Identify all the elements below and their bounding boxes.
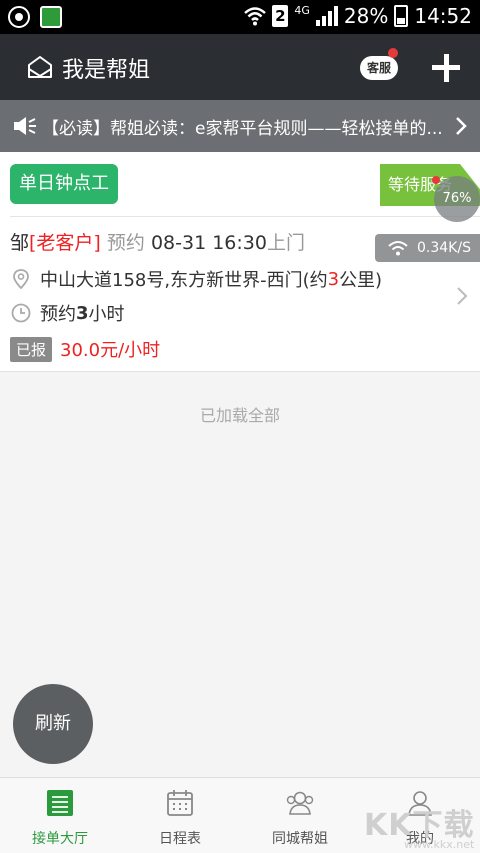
distance-suffix: 公里) — [339, 270, 383, 291]
notice-bar[interactable]: 【必读】帮姐必读：e家帮平台规则——轻松接单的... — [0, 100, 480, 152]
distance-value: 3 — [327, 268, 340, 290]
price-text: 30.0元/小时 — [60, 340, 161, 361]
sim-indicator: 2 — [272, 5, 289, 27]
nav-item-local-helpers[interactable]: 同城帮姐 — [240, 778, 360, 853]
people-icon — [286, 791, 314, 815]
speaker-icon — [14, 117, 36, 135]
price-line: 已报 30.0元/小时 — [10, 336, 160, 362]
app-header: 我是帮姐 客服 — [0, 34, 480, 100]
notice-text: 【必读】帮姐必读：e家帮平台规则——轻松接单的... — [42, 119, 443, 139]
address-text: 中山大道158号,东方新世界-西门(约 — [40, 270, 328, 291]
duration-prefix: 预约 — [40, 304, 76, 325]
customer-tag: [老客户] — [29, 232, 101, 254]
network-speed-text: 0.34K/S — [417, 240, 471, 256]
profile-icon — [408, 791, 432, 816]
location-pin-icon — [13, 269, 29, 290]
clock-icon — [11, 303, 31, 323]
nav-item-schedule[interactable]: 日程表 — [120, 778, 240, 853]
battery-icon — [394, 5, 409, 27]
customer-line: 邹[老客户] 预约 08-31 16:30上门 — [10, 228, 305, 255]
nav-label: 同城帮姐 — [272, 831, 328, 847]
list-footer-text: 已加载全部 — [199, 406, 280, 425]
address-line: 中山大道158号,东方新世界-西门(约 3 公里) — [10, 266, 382, 292]
order-card[interactable]: 单日钟点工 等待服务 邹[老客户] 预约 08-31 16:30上门 中山大道1… — [0, 152, 480, 372]
refresh-button[interactable]: 刷新 — [13, 684, 93, 764]
card-divider — [10, 216, 480, 217]
nav-label: 我的 — [406, 831, 434, 847]
customer-service-button[interactable]: 客服 — [360, 48, 400, 88]
wifi-icon — [244, 7, 267, 26]
location-status-icon — [8, 6, 30, 28]
chevron-right-icon — [457, 287, 468, 305]
unread-dot — [388, 48, 398, 58]
duration-value: 3 — [76, 302, 89, 324]
network-speed-badge: 0.34K/S — [375, 234, 480, 262]
battery-percent: 28% — [343, 4, 389, 28]
signal-icon — [315, 6, 338, 26]
quoted-badge: 已报 — [10, 336, 53, 362]
appointment-time: 08-31 16:30 — [150, 232, 267, 254]
app-notification-icon — [40, 6, 62, 28]
status-bar: 2 4G 28% 14:52 — [0, 0, 480, 34]
appointment-prefix: 预约 — [106, 232, 145, 254]
memory-usage-ball[interactable]: 76% — [434, 176, 480, 222]
nav-label: 接单大厅 — [32, 831, 88, 847]
home-icon[interactable] — [26, 54, 54, 80]
calendar-icon — [167, 790, 193, 816]
wifi-icon — [388, 241, 408, 256]
nav-item-mine[interactable]: 我的 — [360, 778, 480, 853]
add-icon[interactable] — [430, 52, 462, 84]
nav-label: 日程表 — [159, 831, 201, 847]
appointment-suffix: 上门 — [266, 232, 305, 254]
customer-service-label: 客服 — [360, 56, 398, 80]
bottom-nav: 接单大厅 日程表 同城帮姐 我的 — [0, 777, 480, 853]
network-type: 4G — [294, 3, 310, 17]
order-type-tag: 单日钟点工 — [10, 164, 118, 204]
memory-alert-dot — [432, 176, 440, 184]
list-icon — [47, 790, 73, 816]
page-title: 我是帮姐 — [62, 58, 151, 83]
duration-line: 预约 3 小时 — [10, 300, 125, 326]
chevron-right-icon — [456, 117, 467, 135]
clock: 14:52 — [414, 4, 472, 28]
customer-surname: 邹 — [10, 232, 30, 254]
nav-item-order-hall[interactable]: 接单大厅 — [0, 778, 120, 853]
duration-suffix: 小时 — [88, 304, 125, 325]
